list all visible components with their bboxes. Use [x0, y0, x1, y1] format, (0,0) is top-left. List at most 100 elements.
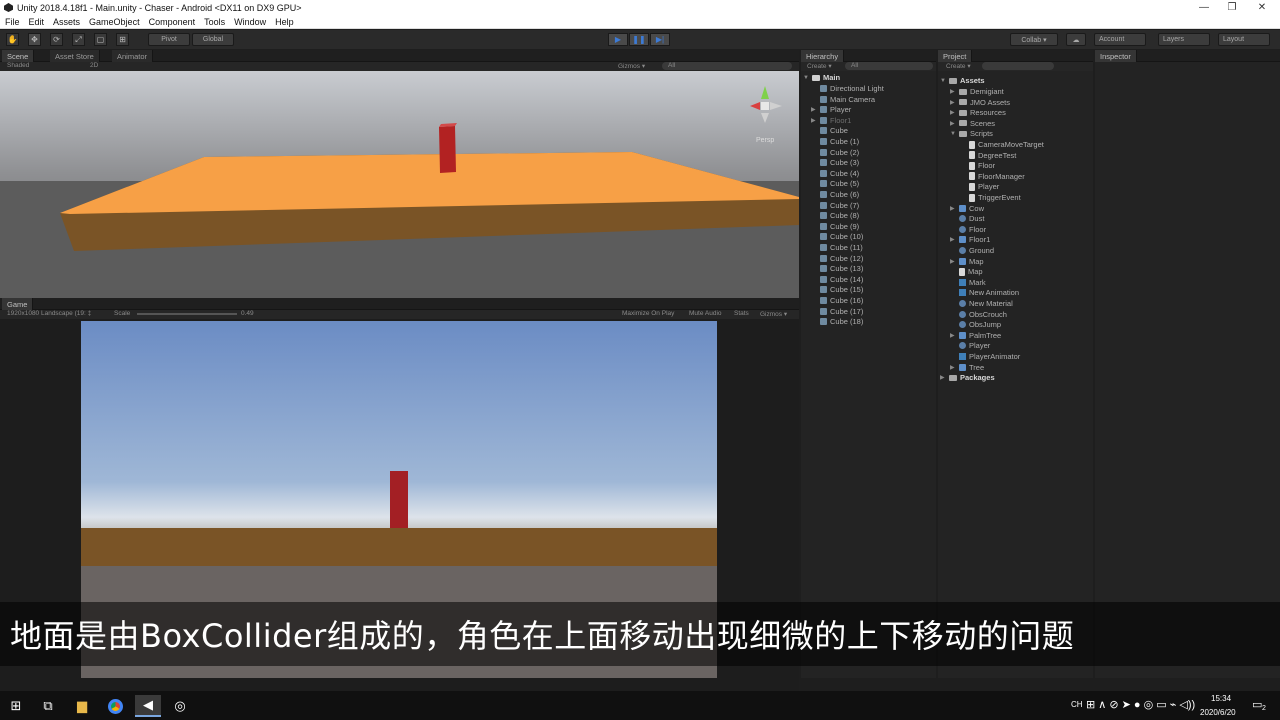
file-explorer-icon[interactable]: ▆ [71, 695, 93, 717]
project-asset[interactable]: Floor [950, 225, 986, 234]
shading-dropdown[interactable]: Shaded [7, 62, 29, 69]
expand-arrow-icon[interactable]: ▶ [950, 236, 956, 243]
packages-root-item[interactable]: ▶ Packages [940, 373, 995, 382]
project-asset[interactable]: ObsCrouch [950, 310, 1007, 319]
project-create-button[interactable]: Create ▾ [946, 62, 971, 70]
tab-asset-store[interactable]: Asset Store [50, 50, 100, 62]
transform-tool-icon[interactable]: ⊞ [116, 33, 129, 46]
hierarchy-item[interactable]: Cube (5) [811, 179, 859, 188]
hierarchy-item[interactable]: Cube (16) [811, 296, 863, 305]
minimize-button[interactable]: — [1190, 0, 1218, 15]
project-asset[interactable]: ObsJump [950, 320, 1001, 329]
menu-assets[interactable]: Assets [53, 17, 80, 27]
windows-start-icon[interactable]: ⊞ [5, 695, 27, 717]
rect-tool-icon[interactable]: ▢ [94, 33, 107, 46]
clock-time[interactable]: 15:34 [1211, 694, 1231, 703]
project-folder[interactable]: ▶ Scenes [950, 119, 995, 128]
scale-slider[interactable] [137, 313, 237, 315]
expand-arrow-icon[interactable]: ▶ [950, 99, 956, 106]
mute-audio-toggle[interactable]: Mute Audio [689, 310, 722, 317]
hierarchy-item[interactable]: ▶ Player [811, 105, 851, 114]
ime-indicator[interactable]: CH [1071, 700, 1083, 709]
project-asset[interactable]: ▶ Map [950, 257, 984, 266]
scene-search-input[interactable]: All [662, 62, 792, 70]
hierarchy-item[interactable]: Cube (17) [811, 307, 863, 316]
menu-gameobject[interactable]: GameObject [89, 17, 140, 27]
project-asset[interactable]: Map [950, 267, 983, 276]
tab-game[interactable]: Game [2, 298, 34, 310]
scale-tool-icon[interactable]: ⤢ [72, 33, 85, 46]
hierarchy-item[interactable]: Cube (6) [811, 190, 859, 199]
pause-icon[interactable]: ❚❚ [629, 33, 649, 46]
project-folder[interactable]: ▼ Scripts [950, 129, 993, 138]
hierarchy-item[interactable]: Cube (4) [811, 169, 859, 178]
hierarchy-item[interactable]: Cube (18) [811, 317, 863, 326]
tab-hierarchy[interactable]: Hierarchy [801, 50, 845, 62]
hierarchy-create-button[interactable]: Create ▾ [807, 62, 832, 70]
project-asset[interactable]: Mark [950, 278, 986, 287]
project-search-input[interactable] [982, 62, 1054, 70]
assets-root-item[interactable]: ▼ Assets [940, 76, 985, 85]
project-asset[interactable]: ▶ PalmTree [950, 331, 1001, 340]
expand-arrow-icon[interactable]: ▶ [950, 258, 956, 265]
project-script[interactable]: Player [960, 182, 999, 191]
menu-help[interactable]: Help [275, 17, 294, 27]
expand-arrow-icon[interactable]: ▶ [940, 374, 946, 381]
project-script[interactable]: TriggerEvent [960, 193, 1021, 202]
project-asset[interactable]: New Material [950, 299, 1013, 308]
project-script[interactable]: Floor [960, 161, 995, 170]
menu-tools[interactable]: Tools [204, 17, 225, 27]
2d-toggle[interactable]: 2D [90, 62, 98, 69]
collab-button[interactable]: Collab ▾ [1010, 33, 1058, 46]
project-asset[interactable]: ▶ Cow [950, 204, 984, 213]
hierarchy-item[interactable]: Cube (2) [811, 148, 859, 157]
hierarchy-item[interactable]: Cube [811, 126, 848, 135]
expand-arrow-icon[interactable]: ▼ [940, 78, 946, 84]
expand-arrow-icon[interactable]: ▼ [950, 131, 956, 137]
expand-arrow-icon[interactable]: ▶ [950, 120, 956, 127]
hierarchy-item[interactable]: ▶ Floor1 [811, 116, 851, 125]
project-script[interactable]: FloorManager [960, 172, 1025, 181]
obs-icon[interactable]: ◎ [169, 695, 191, 717]
expand-arrow-icon[interactable]: ▶ [950, 205, 956, 212]
pivot-toggle[interactable]: Pivot [148, 33, 190, 46]
cloud-icon[interactable]: ☁ [1066, 33, 1086, 46]
hand-tool-icon[interactable]: ✋ [6, 33, 19, 46]
hierarchy-item[interactable]: Cube (8) [811, 211, 859, 220]
expand-arrow-icon[interactable]: ▶ [950, 109, 956, 116]
hierarchy-item[interactable]: Cube (12) [811, 254, 863, 263]
play-icon[interactable]: ▶ [608, 33, 628, 46]
rotate-tool-icon[interactable]: ⟳ [50, 33, 63, 46]
tab-inspector[interactable]: Inspector [1095, 50, 1137, 62]
maximize-on-play-toggle[interactable]: Maximize On Play [622, 310, 674, 317]
unity-taskbar-icon[interactable]: ◀ [135, 695, 161, 717]
hierarchy-item[interactable]: Cube (9) [811, 222, 859, 231]
project-asset[interactable]: New Animation [950, 288, 1019, 297]
notification-icon[interactable]: ▭ [1252, 698, 1262, 711]
tray-icons[interactable]: ⊞ ∧ ⊘ ➤ ● ◎ ▭ ⌁ ◁)) [1086, 698, 1195, 711]
resolution-dropdown[interactable]: 1920x1080 Landscape (19: ‡ [7, 310, 91, 317]
game-gizmos-dropdown[interactable]: Gizmos ▾ [760, 310, 787, 318]
project-folder[interactable]: ▶ Resources [950, 108, 1006, 117]
menu-window[interactable]: Window [234, 17, 266, 27]
step-icon[interactable]: ▶| [650, 33, 670, 46]
hierarchy-item[interactable]: Cube (3) [811, 158, 859, 167]
project-asset[interactable]: Ground [950, 246, 994, 255]
layers-dropdown[interactable]: Layers [1158, 33, 1210, 46]
expand-arrow-icon[interactable]: ▶ [811, 117, 817, 124]
tab-animator[interactable]: Animator [112, 50, 154, 62]
persp-label[interactable]: Persp [756, 137, 774, 144]
maximize-button[interactable]: ❐ [1218, 0, 1246, 15]
hierarchy-item[interactable]: Main Camera [811, 95, 875, 104]
project-script[interactable]: DegreeTest [960, 151, 1016, 160]
hierarchy-search-input[interactable]: All [845, 62, 933, 70]
hierarchy-item[interactable]: Cube (13) [811, 264, 863, 273]
move-tool-icon[interactable]: ✥ [28, 33, 41, 46]
project-asset[interactable]: Player [950, 341, 990, 350]
menu-component[interactable]: Component [149, 17, 196, 27]
menu-edit[interactable]: Edit [29, 17, 45, 27]
hierarchy-item[interactable]: Cube (1) [811, 137, 859, 146]
hierarchy-item[interactable]: Cube (7) [811, 201, 859, 210]
project-script[interactable]: CameraMoveTarget [960, 140, 1044, 149]
expand-arrow-icon[interactable]: ▶ [950, 88, 956, 95]
